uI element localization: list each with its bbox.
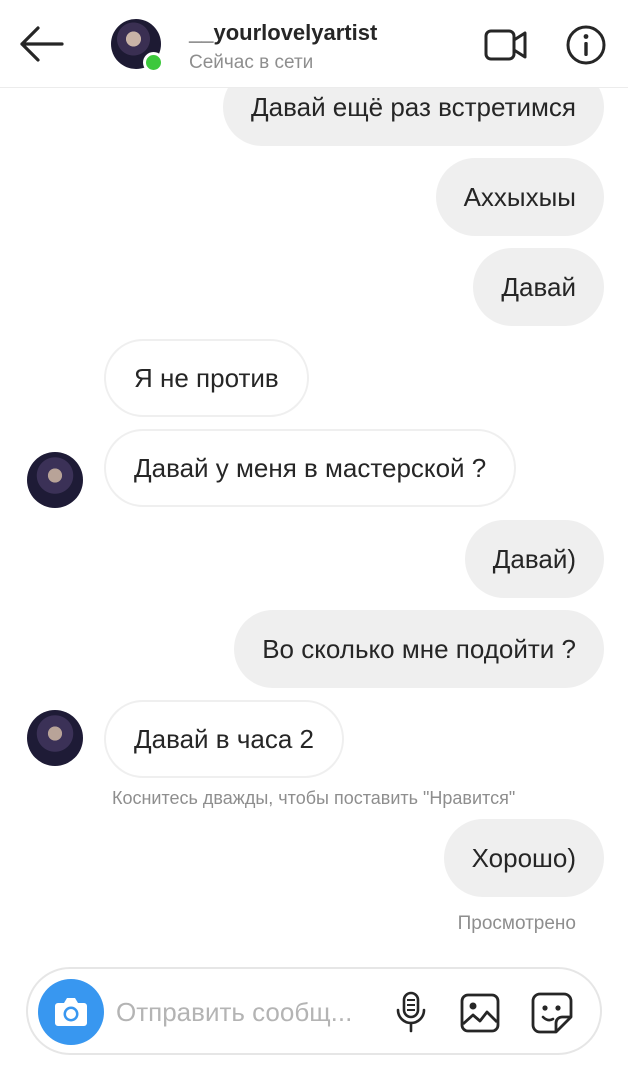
- arrow-left-icon: [20, 26, 64, 62]
- contact-status: Сейчас в сети: [189, 52, 314, 73]
- back-button[interactable]: [16, 22, 66, 66]
- contact-username[interactable]: __yourlovelyartist: [189, 20, 377, 46]
- message-outgoing[interactable]: Давай): [464, 520, 604, 598]
- camera-button[interactable]: [38, 979, 104, 1045]
- message-input[interactable]: [116, 987, 382, 1037]
- message-outgoing[interactable]: Аххыхыы: [435, 158, 604, 236]
- sender-avatar[interactable]: [27, 710, 83, 766]
- camera-icon: [55, 998, 87, 1026]
- sticker-icon: [531, 992, 573, 1034]
- info-icon: [566, 25, 606, 65]
- sticker-button[interactable]: [530, 991, 574, 1035]
- voice-message-button[interactable]: [394, 991, 428, 1033]
- message-composer: [26, 967, 602, 1055]
- info-button[interactable]: [565, 24, 607, 66]
- online-status-icon: [143, 52, 164, 73]
- message-outgoing[interactable]: Во сколько мне подойти ?: [234, 610, 604, 688]
- message-outgoing[interactable]: Давай: [473, 248, 604, 326]
- message-incoming[interactable]: Давай у меня в мастерской ?: [104, 429, 517, 507]
- message-outgoing[interactable]: Хорошо): [443, 819, 604, 897]
- chat-header: __yourlovelyartist Сейчас в сети: [0, 0, 628, 88]
- video-camera-icon: [484, 29, 527, 61]
- microphone-icon: [396, 991, 426, 1033]
- sender-avatar[interactable]: [27, 452, 83, 508]
- seen-status: Просмотрено: [457, 913, 576, 934]
- message-incoming[interactable]: Давай в часа 2: [104, 700, 344, 778]
- video-call-button[interactable]: [483, 25, 529, 65]
- gallery-button[interactable]: [460, 993, 500, 1033]
- gallery-icon: [460, 993, 500, 1033]
- message-incoming[interactable]: Я не против: [104, 339, 309, 417]
- double-tap-like-hint: Коснитесь дважды, чтобы поставить "Нрави…: [112, 788, 516, 808]
